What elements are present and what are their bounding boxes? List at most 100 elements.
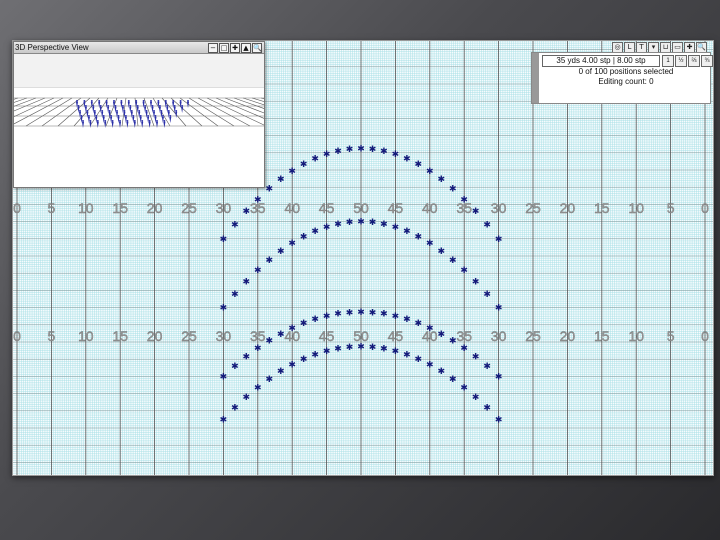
marcher[interactable]: ✱: [403, 155, 411, 165]
perspective-titlebar[interactable]: 3D Perspective View − □ ✚ ▲ 🔍: [14, 42, 264, 54]
marcher[interactable]: ✱: [426, 324, 434, 334]
step-fraction-button-1[interactable]: ½: [675, 55, 687, 67]
marcher[interactable]: ✱: [415, 233, 423, 243]
marcher[interactable]: ✱: [472, 393, 480, 403]
marcher[interactable]: ✱: [334, 220, 342, 230]
marcher[interactable]: ✱: [357, 145, 365, 155]
marcher[interactable]: ✱: [369, 218, 377, 228]
step-fraction-button-0[interactable]: 1: [662, 55, 674, 67]
move-icon[interactable]: ✚: [230, 43, 240, 53]
marcher[interactable]: ✱: [288, 324, 296, 334]
marcher[interactable]: ✱: [495, 235, 503, 245]
marcher[interactable]: ✱: [254, 195, 262, 205]
restore-icon[interactable]: □: [219, 43, 229, 53]
marcher[interactable]: ✱: [277, 330, 285, 340]
marcher[interactable]: ✱: [392, 312, 400, 322]
marcher[interactable]: ✱: [311, 350, 319, 360]
marcher[interactable]: ✱: [380, 220, 388, 230]
marcher[interactable]: ✱: [403, 227, 411, 237]
marcher[interactable]: ✱: [323, 347, 331, 357]
marcher[interactable]: ✱: [334, 310, 342, 320]
marcher[interactable]: ✱: [437, 367, 445, 377]
marcher[interactable]: ✱: [311, 315, 319, 325]
camera-icon[interactable]: ▲: [241, 43, 251, 53]
marcher[interactable]: ✱: [323, 312, 331, 322]
marcher[interactable]: ✱: [334, 344, 342, 354]
marcher[interactable]: ✱: [415, 319, 423, 329]
marcher[interactable]: ✱: [300, 319, 308, 329]
marcher[interactable]: ✱: [426, 167, 434, 177]
minimize-icon[interactable]: −: [208, 43, 218, 53]
marcher[interactable]: ✱: [243, 207, 251, 217]
marcher[interactable]: ✱: [403, 315, 411, 325]
marcher[interactable]: ✱: [323, 223, 331, 233]
marcher[interactable]: ✱: [415, 355, 423, 365]
marcher[interactable]: ✱: [346, 145, 354, 155]
marcher[interactable]: ✱: [495, 372, 503, 382]
marcher[interactable]: ✱: [437, 175, 445, 185]
marcher[interactable]: ✱: [265, 375, 273, 385]
marcher[interactable]: ✱: [483, 362, 491, 372]
marcher[interactable]: ✱: [403, 350, 411, 360]
marcher[interactable]: ✱: [300, 233, 308, 243]
marcher[interactable]: ✱: [277, 247, 285, 257]
marcher[interactable]: ✱: [231, 404, 239, 414]
marcher[interactable]: ✱: [460, 344, 468, 354]
marcher[interactable]: ✱: [369, 343, 377, 353]
marcher[interactable]: ✱: [357, 218, 365, 228]
marcher[interactable]: ✱: [311, 227, 319, 237]
marcher[interactable]: ✱: [369, 308, 377, 318]
marcher[interactable]: ✱: [380, 310, 388, 320]
marcher[interactable]: ✱: [243, 393, 251, 403]
marcher[interactable]: ✱: [369, 145, 377, 155]
marcher[interactable]: ✱: [460, 383, 468, 393]
marcher[interactable]: ✱: [220, 372, 228, 382]
marcher[interactable]: ✱: [426, 361, 434, 371]
marcher[interactable]: ✱: [472, 353, 480, 363]
marcher[interactable]: ✱: [300, 160, 308, 170]
marcher[interactable]: ✱: [277, 175, 285, 185]
marcher[interactable]: ✱: [449, 375, 457, 385]
marcher[interactable]: ✱: [346, 218, 354, 228]
marcher[interactable]: ✱: [472, 207, 480, 217]
step-size-display[interactable]: 35 yds 4.00 stp | 8.00 stp: [542, 55, 660, 67]
step-fraction-button-2[interactable]: ⅔: [688, 55, 700, 67]
marcher[interactable]: ✱: [311, 155, 319, 165]
marcher[interactable]: ✱: [426, 239, 434, 249]
marcher[interactable]: ✱: [243, 353, 251, 363]
marcher[interactable]: ✱: [483, 404, 491, 414]
marcher[interactable]: ✱: [495, 304, 503, 314]
marcher[interactable]: ✱: [483, 220, 491, 230]
marcher[interactable]: ✱: [437, 247, 445, 257]
marcher[interactable]: ✱: [495, 415, 503, 425]
marcher[interactable]: ✱: [483, 290, 491, 300]
marcher[interactable]: ✱: [380, 344, 388, 354]
marcher[interactable]: ✱: [231, 362, 239, 372]
marcher[interactable]: ✱: [380, 147, 388, 157]
marcher[interactable]: ✱: [346, 308, 354, 318]
marcher[interactable]: ✱: [288, 239, 296, 249]
marcher[interactable]: ✱: [231, 290, 239, 300]
marcher[interactable]: ✱: [243, 277, 251, 287]
marcher[interactable]: ✱: [346, 343, 354, 353]
marcher[interactable]: ✱: [231, 220, 239, 230]
marcher[interactable]: ✱: [392, 223, 400, 233]
marcher[interactable]: ✱: [449, 185, 457, 195]
marcher[interactable]: ✱: [220, 304, 228, 314]
marcher[interactable]: ✱: [334, 147, 342, 157]
marcher[interactable]: ✱: [300, 355, 308, 365]
marcher[interactable]: ✱: [254, 383, 262, 393]
marcher[interactable]: ✱: [323, 150, 331, 160]
marcher[interactable]: ✱: [449, 256, 457, 266]
zoom-icon[interactable]: 🔍: [252, 43, 262, 53]
marcher[interactable]: ✱: [357, 342, 365, 352]
marcher[interactable]: ✱: [288, 361, 296, 371]
marcher[interactable]: ✱: [357, 308, 365, 318]
marcher[interactable]: ✱: [254, 266, 262, 276]
step-fraction-button-3[interactable]: ¾: [701, 55, 713, 67]
marcher[interactable]: ✱: [265, 256, 273, 266]
marcher[interactable]: ✱: [392, 347, 400, 357]
marcher[interactable]: ✱: [472, 277, 480, 287]
marcher[interactable]: ✱: [265, 185, 273, 195]
marcher[interactable]: ✱: [265, 337, 273, 347]
